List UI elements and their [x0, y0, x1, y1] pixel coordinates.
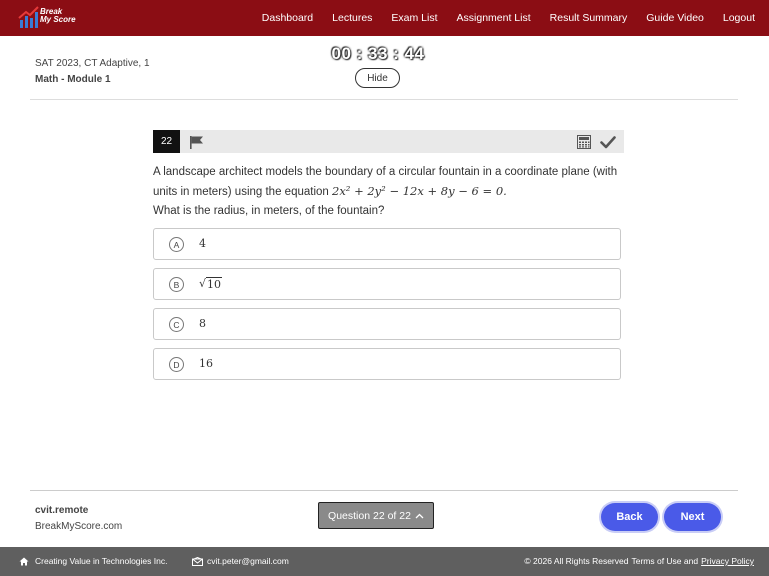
- question-navigator-label: Question 22 of 22: [328, 509, 411, 522]
- choice-d[interactable]: D 16: [153, 348, 621, 380]
- question-toolbar: 22: [153, 130, 624, 153]
- user-name: cvit.remote: [35, 505, 89, 516]
- contact-email[interactable]: cvit.peter@gmail.com: [192, 556, 289, 566]
- nav-assignment-list[interactable]: Assignment List: [457, 12, 531, 24]
- radical-sign-icon: √: [199, 277, 207, 290]
- choice-a[interactable]: A 4: [153, 228, 621, 260]
- choice-letter: B: [169, 277, 184, 292]
- nav-lectures[interactable]: Lectures: [332, 12, 372, 24]
- choice-letter: D: [169, 357, 184, 372]
- nav-exam-list[interactable]: Exam List: [391, 12, 437, 24]
- exam-page: Break My Score Dashboard Lectures Exam L…: [0, 0, 769, 576]
- nav-dashboard[interactable]: Dashboard: [262, 12, 313, 24]
- company-name: Creating Value in Technologies Inc.: [35, 556, 168, 566]
- nav-links: Dashboard Lectures Exam List Assignment …: [262, 0, 755, 36]
- question-equation: 2x² + 2y² − 12x + 8y − 6 = 0.: [332, 184, 507, 198]
- legal-links: © 2026 All Rights Reserved Terms of Use …: [524, 556, 754, 566]
- choice-letter: C: [169, 317, 184, 332]
- radicand: 10: [206, 277, 223, 291]
- header-divider: [30, 99, 738, 100]
- chevron-up-icon: [415, 513, 424, 518]
- top-nav-bar: Break My Score Dashboard Lectures Exam L…: [0, 0, 769, 36]
- brand-name: Break My Score: [40, 8, 76, 24]
- question-number: 22: [153, 130, 180, 153]
- footer-divider: [30, 490, 738, 491]
- privacy-policy-link[interactable]: Privacy Policy: [701, 556, 754, 566]
- email-address: cvit.peter@gmail.com: [207, 556, 289, 566]
- exam-name: SAT 2023, CT Adaptive, 1: [35, 58, 150, 69]
- brand-line-2: My Score: [40, 15, 76, 24]
- question-prompt: What is the radius, in meters, of the fo…: [153, 205, 385, 217]
- nav-logout[interactable]: Logout: [723, 12, 755, 24]
- back-button[interactable]: Back: [601, 503, 658, 531]
- site-name: BreakMyScore.com: [35, 521, 123, 532]
- nav-result-summary[interactable]: Result Summary: [550, 12, 628, 24]
- choice-b[interactable]: B √ 10: [153, 268, 621, 300]
- brand-logo[interactable]: Break My Score: [18, 6, 88, 30]
- countdown-timer: 00 : 33 : 44: [331, 44, 425, 63]
- company-info: Creating Value in Technologies Inc.: [19, 556, 167, 566]
- question-text: A landscape architect models the boundar…: [153, 163, 623, 221]
- choice-value: 16: [199, 357, 213, 370]
- nav-guide-video[interactable]: Guide Video: [646, 12, 704, 24]
- choice-c[interactable]: C 8: [153, 308, 621, 340]
- flag-icon[interactable]: [189, 135, 205, 149]
- module-name: Math - Module 1: [35, 74, 111, 85]
- bottom-bar: Creating Value in Technologies Inc. cvit…: [0, 547, 769, 576]
- home-icon: [19, 557, 29, 565]
- email-icon: [192, 556, 203, 566]
- choice-value: 8: [199, 317, 206, 330]
- hide-timer-button[interactable]: Hide: [355, 68, 400, 88]
- terms-link[interactable]: Terms of Use and: [631, 556, 698, 566]
- copyright-text: © 2026 All Rights Reserved: [524, 556, 629, 566]
- choice-value: 4: [199, 237, 206, 250]
- square-root-expression: √ 10: [199, 277, 223, 291]
- choice-value: √ 10: [199, 277, 223, 291]
- check-icon[interactable]: [600, 135, 616, 149]
- next-button[interactable]: Next: [664, 503, 721, 531]
- choice-letter: A: [169, 237, 184, 252]
- question-navigator-button[interactable]: Question 22 of 22: [318, 502, 434, 529]
- calculator-icon[interactable]: [577, 135, 591, 149]
